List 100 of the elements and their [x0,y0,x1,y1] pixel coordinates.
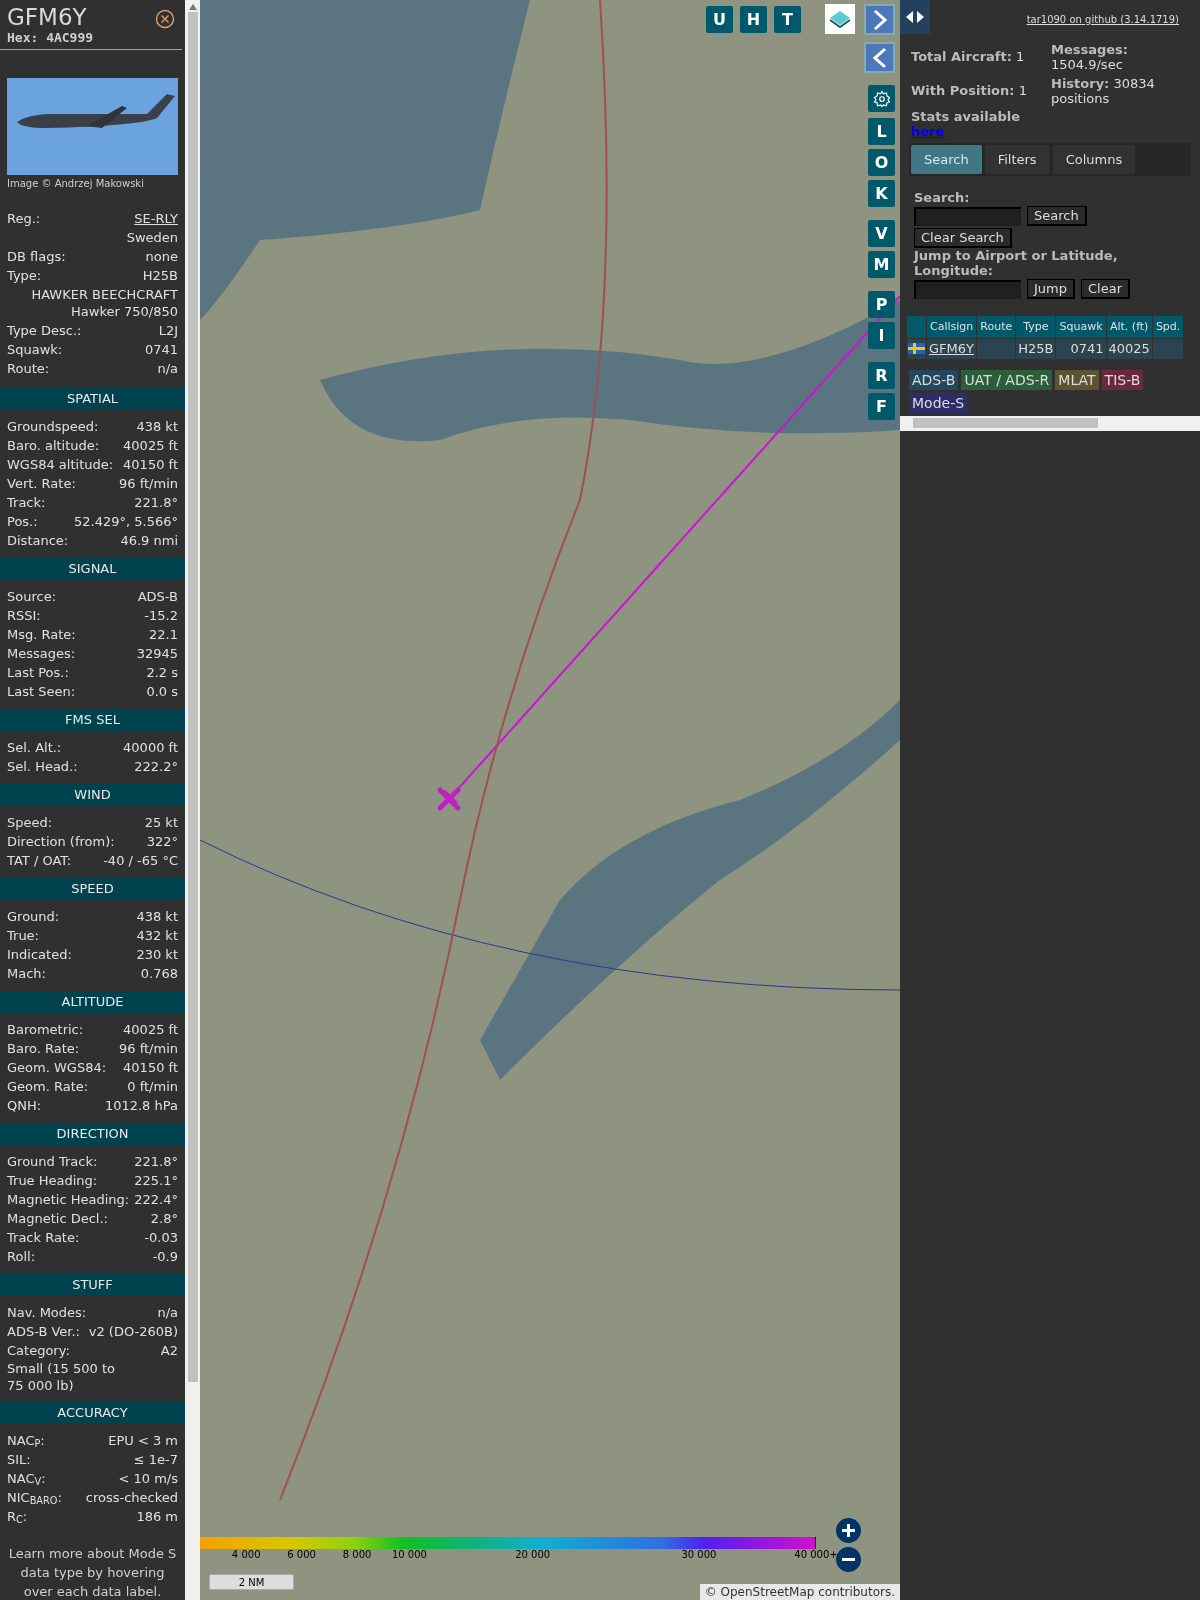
column-header [907,316,926,338]
stat-text: Messages: 1504.9/sec [1051,42,1130,72]
field-value: Sweden [126,229,178,247]
search-field[interactable] [914,206,1021,226]
callsign-link[interactable]: GFM6Y [927,339,977,359]
clear-button[interactable]: Clear [1081,279,1130,299]
field-label: Indicated: [7,946,72,964]
collapse-button[interactable] [864,42,895,73]
tab[interactable]: Columns [1052,145,1136,174]
field-value: 96 ft/min [119,1040,178,1058]
field-value: ≤ 1e-7 [133,1451,178,1469]
map-toggle-button[interactable]: O [868,149,895,176]
chevron-left-icon [871,46,888,69]
map-toggle-button[interactable]: I [868,322,895,349]
field-value: -0.03 [144,1229,178,1247]
section-header: DIRECTION [0,1123,185,1145]
field-value: -40 / -65 °C [103,852,178,870]
expand-button[interactable] [864,4,895,35]
field-label: Distance: [7,532,69,550]
column-header[interactable]: Alt. (ft) [1106,316,1152,338]
field-label: Speed: [7,814,53,832]
map[interactable]: U H T L O K V M P I R F 4 000 6 000 8 000 10 000 20 000 30 000 40 000+ 2 NM © OpenStreetMap contributors. [200,0,900,1600]
zoom-out-button[interactable] [836,1547,861,1572]
close-icon[interactable] [155,9,175,29]
source-legend-tag: ADS-B [909,369,959,390]
jump-field[interactable] [914,279,1021,299]
field-value: A2 [160,1342,178,1360]
search-button[interactable]: Search [1027,206,1087,226]
column-header[interactable]: Squawk [1056,316,1106,338]
plus-icon [841,1523,856,1538]
field-label: Geom. Rate: [7,1078,89,1096]
jump-label: Jump to Airport or Latitude, Longitude: [914,248,1119,278]
settings-button[interactable] [868,85,895,112]
field-value: 432 kt [136,927,178,945]
field-label: Type Desc.: [7,322,82,340]
map-toggle-button[interactable]: F [868,393,895,420]
field-label: NAC$_{V}$: [7,1470,46,1488]
field-label: Direction (from): [7,833,115,851]
table-cell [977,339,1016,359]
layers-icon [828,8,852,30]
map-toggle-button[interactable]: T [774,6,801,33]
field-label: NAC$_{P}$: [7,1432,45,1450]
map-toggle-button[interactable]: U [706,6,733,33]
map-toggle-button[interactable]: H [740,6,767,33]
field-value: 25 kt [144,814,178,832]
field-label: Barometric: [7,1021,84,1039]
section-header: ALTITUDE [0,991,185,1013]
field-label: Track: [7,494,46,512]
field-value: 225.1° [134,1172,178,1190]
field-label: Track Rate: [7,1229,80,1247]
registration-link[interactable]: SE-RLY [134,209,178,228]
callsign-title: GFM6Y [7,4,88,30]
tab[interactable]: Search [911,145,982,174]
section-header: SPATIAL [0,388,185,410]
map-toggle-button[interactable]: P [868,291,895,318]
field-value: v2 (DO-260B) [88,1323,178,1341]
clear-search-button[interactable]: Clear Search [914,228,1012,248]
field-value: cross-checked [85,1489,178,1507]
source-legend-tag: TIS-B [1101,369,1144,390]
field-value: 322° [146,833,178,851]
field-value: EPU < 3 m [108,1432,178,1450]
field-value: H25B [142,267,178,285]
field-label: Baro. Rate: [7,1040,80,1058]
table-cell: 0741 [1056,339,1106,359]
map-toggle-button[interactable]: V [868,220,895,247]
scrollbar[interactable] [185,0,200,1600]
altitude-label: 40 000+ [794,1549,838,1561]
field-value: 46.9 nmi [120,532,178,550]
field-value: ADS-B [137,588,178,606]
column-header[interactable]: Type [1016,316,1056,338]
column-header[interactable]: Route [977,316,1016,338]
jump-button[interactable]: Jump [1027,279,1075,299]
search-label: Search: [914,190,971,205]
tab[interactable]: Filters [984,145,1050,174]
github-link[interactable]: tar1090 on github (3.14.1719) [1026,12,1179,27]
field-value: 2.2 s [146,664,178,682]
field-value: 0741 [144,341,178,359]
field-value: 40150 ft [123,456,178,474]
stats-text: Stats available [911,109,1022,124]
column-header[interactable]: Spd. [1152,316,1184,338]
field-value: 32945 [136,645,178,663]
map-toggle-button[interactable]: M [868,251,895,278]
chevron-right-icon [871,8,888,31]
scale-bar: 2 NM [209,1574,294,1590]
scrollbar-thumb[interactable] [187,12,198,1382]
field-label: Msg. Rate: [7,626,76,644]
field-value: 1012.8 hPa [104,1097,178,1115]
map-toggle-button[interactable]: K [868,180,895,207]
stat-text: With Position: 1 [911,82,1028,100]
scroll-up-icon[interactable] [188,4,197,10]
panel-toggle-button[interactable] [900,0,930,34]
field-label: Sel. Alt.: [7,739,62,757]
horizontal-scrollbar[interactable] [900,415,1200,431]
layers-button[interactable] [825,4,855,34]
map-toggle-button[interactable]: L [868,118,895,145]
zoom-in-button[interactable] [836,1518,861,1543]
section-header: WIND [0,784,185,806]
map-toggle-button[interactable]: R [868,362,895,389]
column-header[interactable]: Callsign [927,316,977,338]
field-value: 438 kt [136,908,178,926]
